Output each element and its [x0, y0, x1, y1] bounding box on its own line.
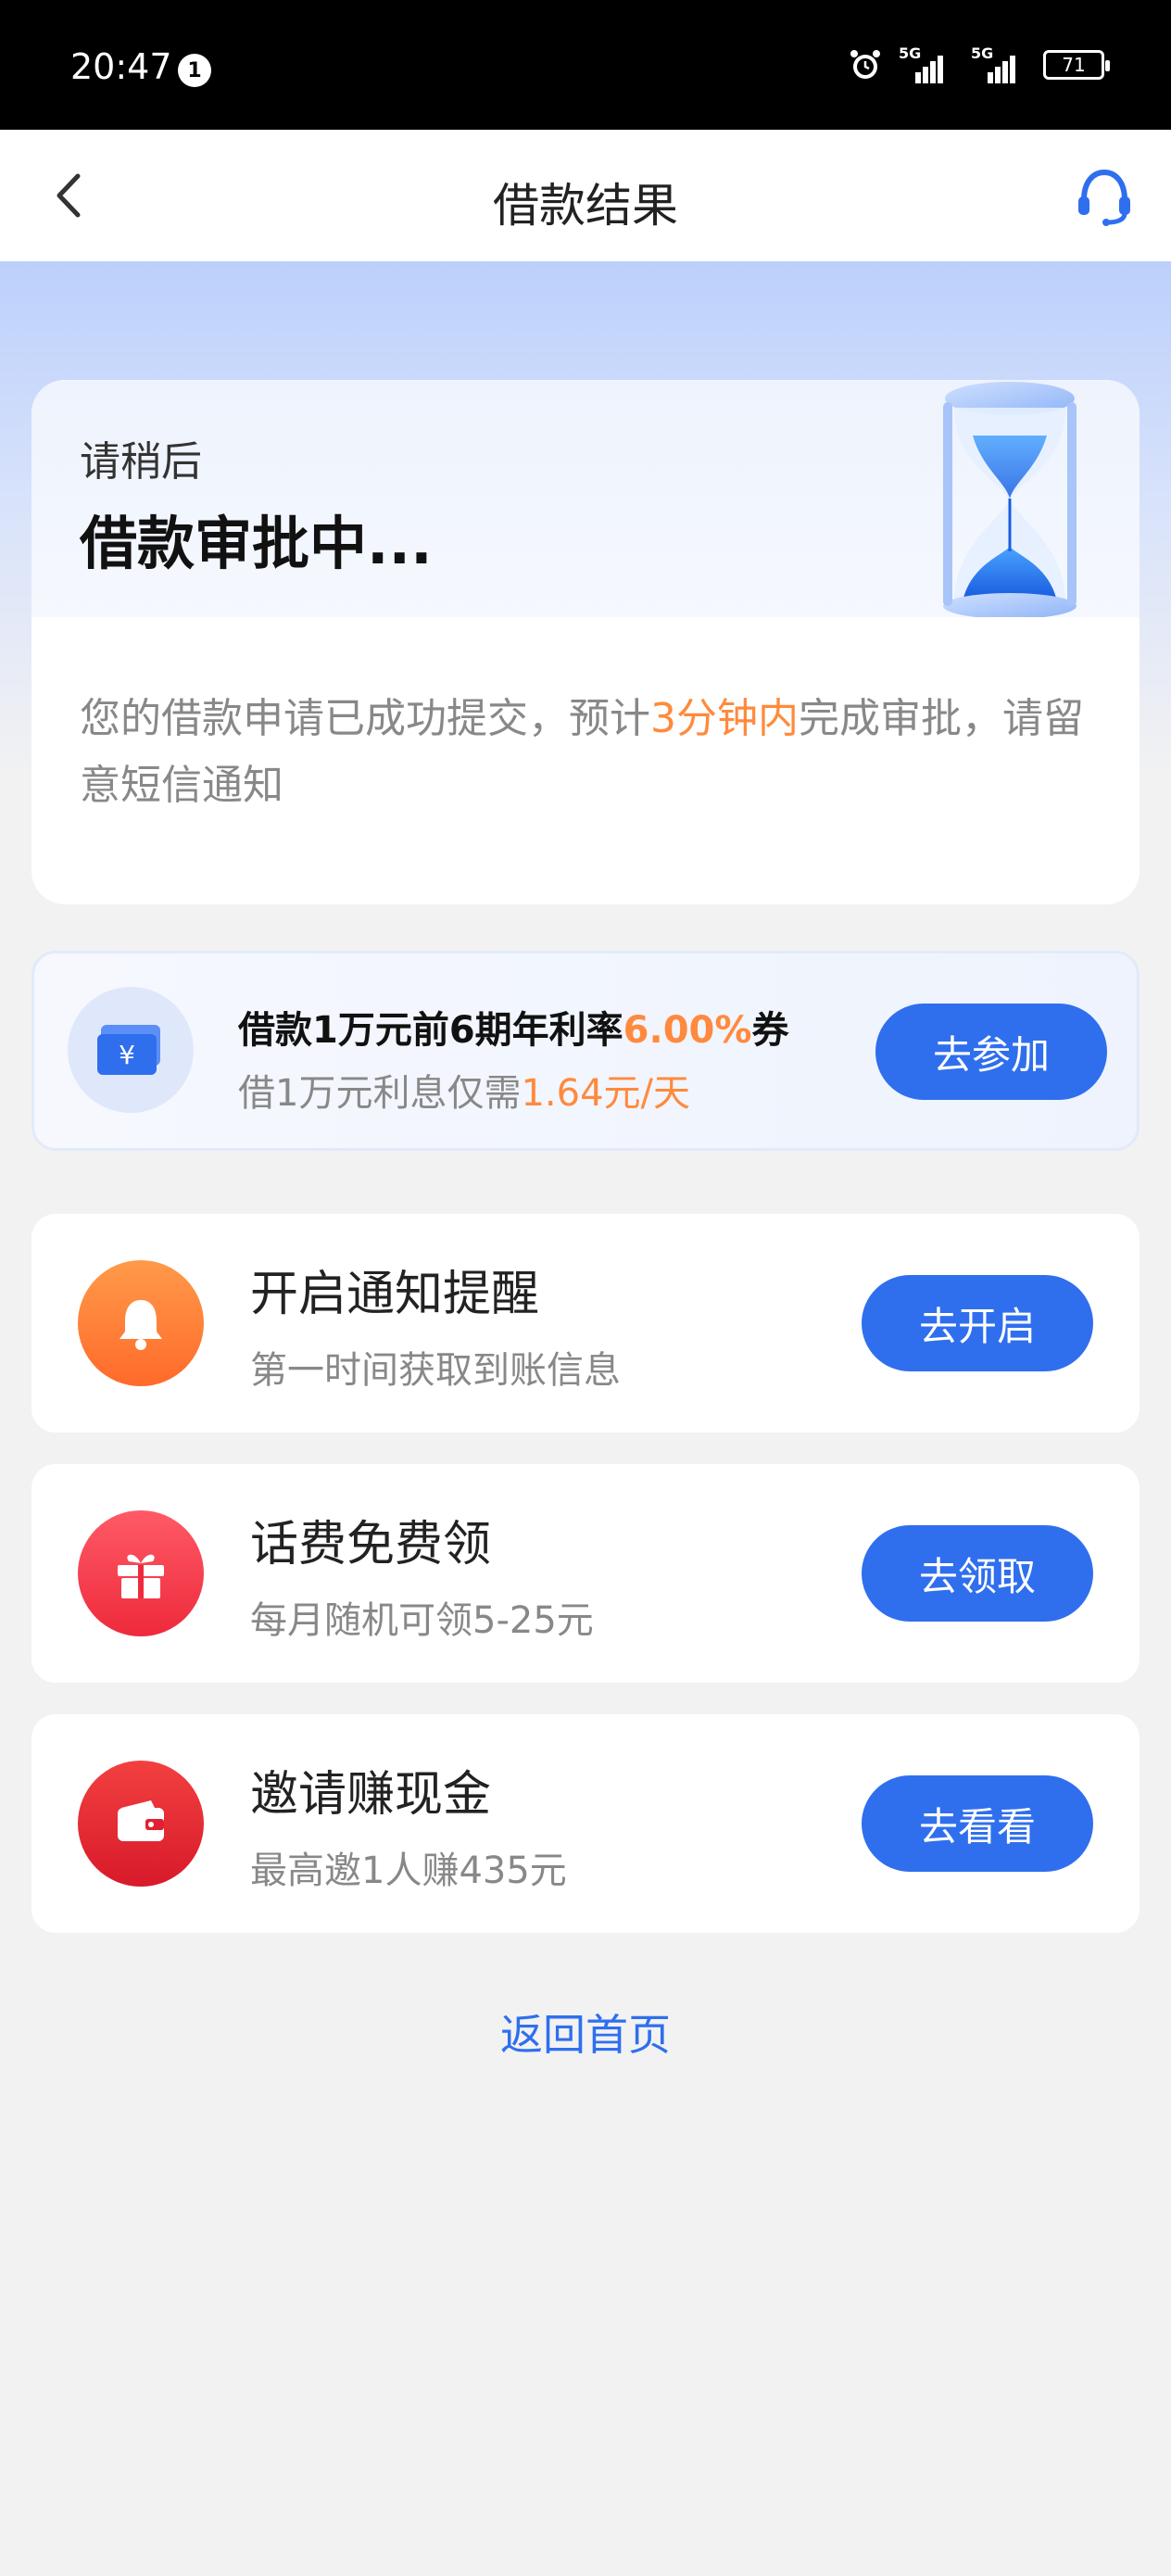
- coupon-rate: 6.00%: [623, 1009, 752, 1052]
- desc-text-before: 您的借款申请已成功提交，预计: [80, 695, 650, 742]
- coupon-subtitle: 借1万元利息仅需1.64元/天: [238, 1063, 690, 1117]
- page-title: 借款结果: [493, 179, 678, 233]
- status-description: 您的借款申请已成功提交，预计3分钟内完成审批，请留意短信通知: [80, 686, 1099, 819]
- coupon-sub-before: 借1万元利息仅需: [238, 1072, 522, 1115]
- claim-credit-button[interactable]: 去领取: [862, 1525, 1093, 1622]
- task-subtitle: 第一时间获取到账信息: [250, 1349, 621, 1392]
- coupon-card: ¥ 借款1万元前6期年利率6.00%券 借1万元利息仅需1.64元/天 去参加: [31, 951, 1140, 1151]
- approval-status-card: 请稍后 借款审批中... 您的借款申请已成功提交，预计3分钟内完成审批，请留意短…: [31, 380, 1140, 904]
- hourglass-icon: [943, 382, 1077, 617]
- status-bar: 20:47 1 5G 5G 71: [0, 0, 1171, 130]
- signal-2-label: 5G: [971, 44, 994, 62]
- status-title: 借款审批中...: [80, 510, 433, 577]
- status-subtitle: 请稍后: [80, 438, 202, 486]
- customer-service-icon[interactable]: [1071, 163, 1138, 230]
- task-title: 邀请赚现金: [250, 1767, 492, 1823]
- gift-icon: [78, 1510, 204, 1636]
- task-subtitle: 每月随机可领5-25元: [250, 1599, 594, 1642]
- coupon-title: 借款1万元前6期年利率6.00%券: [238, 1000, 788, 1054]
- signal-1-label: 5G: [899, 44, 922, 62]
- task-card-notification: 开启通知提醒 第一时间获取到账信息 去开启: [31, 1214, 1140, 1433]
- enable-notification-button[interactable]: 去开启: [862, 1275, 1093, 1371]
- signal-2-icon: 5G: [971, 44, 1026, 83]
- desc-highlight: 3分钟内: [650, 695, 799, 742]
- coupon-icon: ¥: [68, 987, 194, 1113]
- task-card-invite: 邀请赚现金 最高邀1人赚435元 去看看: [31, 1714, 1140, 1933]
- back-home-link[interactable]: 返回首页: [0, 2001, 1171, 2063]
- notification-count-badge: 1: [178, 54, 211, 87]
- task-card-phone-credit: 话费免费领 每月随机可领5-25元 去领取: [31, 1464, 1140, 1683]
- nav-bar: 借款结果: [0, 130, 1171, 261]
- status-icons: 5G 5G 71: [849, 44, 1110, 83]
- task-title: 话费免费领: [250, 1517, 492, 1572]
- ticket-icon: ¥: [97, 1025, 160, 1075]
- battery-icon: 71: [1043, 50, 1110, 80]
- task-subtitle: 最高邀1人赚435元: [250, 1850, 567, 1892]
- battery-level: 71: [1062, 54, 1086, 76]
- coupon-title-after: 券: [751, 1009, 789, 1052]
- alarm-icon: [850, 50, 880, 79]
- wallet-icon: [78, 1761, 204, 1887]
- coupon-daily-interest: 1.64元/天: [521, 1072, 690, 1115]
- signal-1-icon: 5G: [899, 44, 954, 83]
- status-time: 20:47: [70, 46, 172, 87]
- view-invite-button[interactable]: 去看看: [862, 1775, 1093, 1872]
- task-title: 开启通知提醒: [250, 1267, 540, 1322]
- join-coupon-button[interactable]: 去参加: [875, 1004, 1107, 1100]
- coupon-title-before: 借款1万元前6期年利率: [238, 1009, 623, 1052]
- bell-icon: [78, 1260, 204, 1386]
- coupon-currency-symbol: ¥: [119, 1040, 135, 1070]
